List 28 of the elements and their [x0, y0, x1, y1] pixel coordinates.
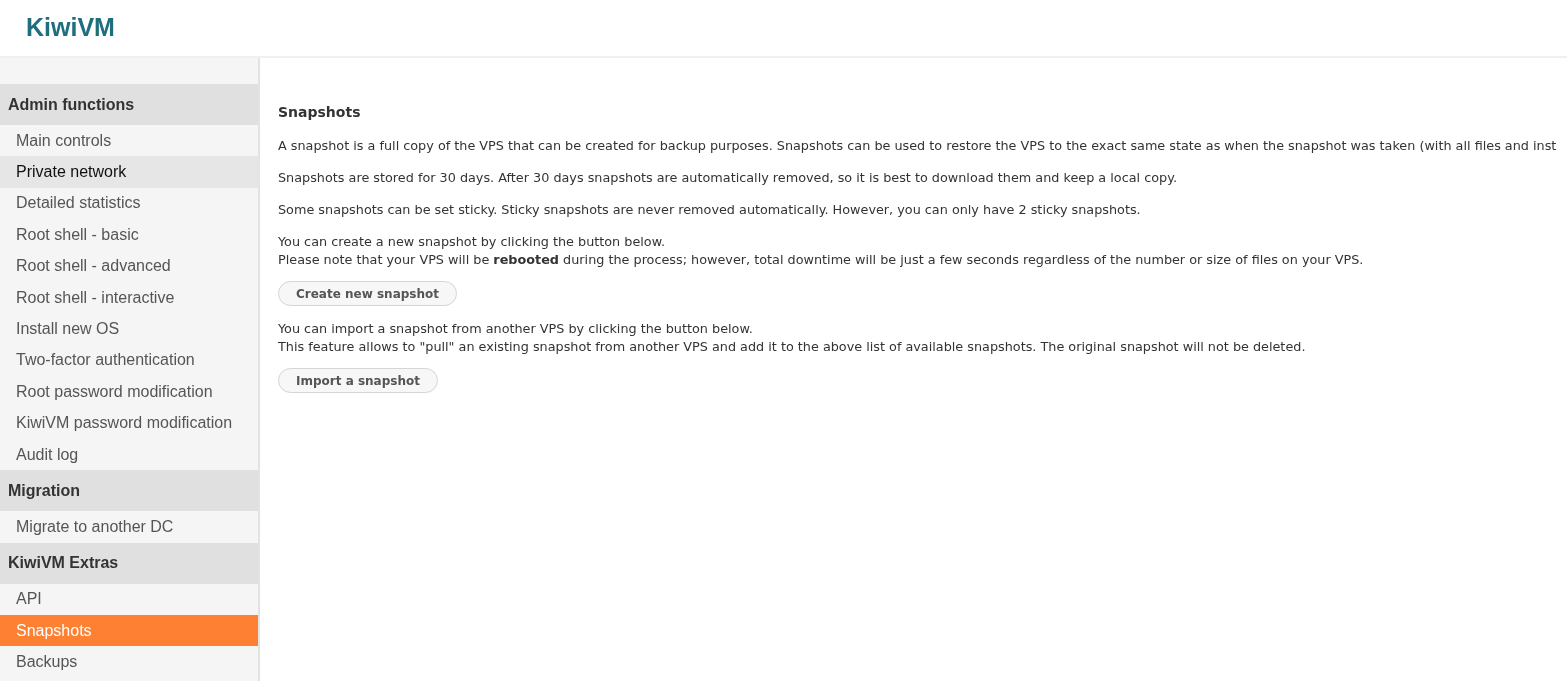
sidebar-item[interactable]: Audit log	[0, 438, 258, 471]
paragraph-text: Some snapshots can be set sticky. Sticky snapshots are never removed automatically. However, you can only have 2 sticky snapshots.	[278, 201, 1141, 219]
paragraph-text: This feature allows to "pull" an existing snapshot from another VPS and add it to the above list of available snapshots. The original snapshot will not be deleted.	[278, 338, 1306, 356]
logo-text[interactable]: KiwiVM	[26, 9, 115, 47]
action-button[interactable]: Create new snapshot	[278, 281, 457, 306]
section-header: Admin functions	[0, 84, 258, 125]
sidebar-item[interactable]: Private network	[0, 156, 258, 188]
page-title: Snapshots	[278, 103, 361, 122]
paragraph-text: Snapshots are stored for 30 days. After 30 days snapshots are automatically removed, so it is best to download them and keep a local copy.	[278, 169, 1177, 187]
sidebar-item[interactable]: Main controls	[0, 125, 258, 157]
sidebar-item[interactable]: Root shell - interactive	[0, 281, 258, 314]
paragraph-text: You can import a snapshot from another VPS by clicking the button below.	[278, 320, 753, 338]
sidebar-item[interactable]: Root password modification	[0, 376, 258, 408]
paragraph-text: Please note that your VPS will be rebooted during the process; however, total downtime will be just a few seconds regardless of the number or size of files on your VPS.	[278, 251, 1364, 269]
sidebar-item[interactable]: KiwiVM password modification	[0, 407, 258, 439]
sidebar-item[interactable]: Install new OS	[0, 313, 258, 345]
section-header: KiwiVM Extras	[0, 542, 258, 584]
sidebar-item[interactable]: Backups	[0, 646, 258, 678]
paragraph-text: A snapshot is a full copy of the VPS that can be created for backup purposes. Snapshots can be used to restore the VPS to the exact same state as when the snapshot was taken (with all files and inst	[278, 137, 1557, 155]
section-header: Migration	[0, 470, 258, 512]
sidebar-item[interactable]: API	[0, 583, 258, 616]
sidebar-item[interactable]: Root shell - advanced	[0, 250, 258, 282]
sidebar-item[interactable]: Root shell - basic	[0, 219, 258, 251]
sidebar-item[interactable]: Two-factor authentication	[0, 344, 258, 377]
action-button[interactable]: Import a snapshot	[278, 368, 438, 393]
sidebar-item[interactable]: Migrate to another DC	[0, 511, 258, 543]
paragraph-text: You can create a new snapshot by clicking the button below.	[278, 233, 666, 251]
sidebar-item[interactable]: Detailed statistics	[0, 187, 258, 220]
